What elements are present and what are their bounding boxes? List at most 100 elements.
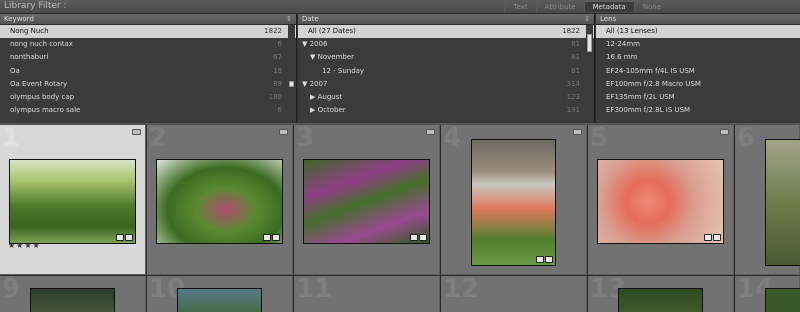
photo-thumbnail[interactable]: [471, 139, 556, 266]
thumbnail-grid: 1 ★★★★ 2 3 4 5 6 9 10 11 12 13 14: [0, 123, 800, 312]
row-count: 89: [273, 79, 282, 88]
row-label: olympus macro sale: [10, 106, 81, 115]
edit-icon: [419, 234, 427, 241]
row-label: EF24-105mm f/4L IS USM: [606, 66, 695, 75]
date-header-label: Date: [302, 15, 319, 23]
row-label: olympus body cap: [10, 92, 75, 101]
cell-index: 11: [296, 274, 333, 304]
cell-index: 1: [2, 123, 21, 153]
grid-cell[interactable]: 4: [441, 123, 587, 275]
badge-icon[interactable]: [279, 129, 288, 135]
photo-thumbnail[interactable]: [765, 288, 800, 312]
lens-column-header[interactable]: Lens: [596, 14, 800, 25]
lens-row[interactable]: All (13 Lenses): [596, 25, 800, 39]
photo-thumbnail[interactable]: [618, 288, 703, 312]
keyword-row[interactable]: olympus macro sale 6: [0, 104, 296, 117]
date-row[interactable]: All (27 Dates) 1822: [298, 25, 594, 39]
photo-thumbnail[interactable]: [765, 139, 800, 266]
cell-index: 12: [443, 274, 480, 304]
filter-mode-metadata[interactable]: Metadata: [583, 2, 634, 12]
filter-mode-attribute[interactable]: Attribute: [535, 2, 584, 12]
cell-index: 4: [443, 123, 462, 153]
keyword-column-header[interactable]: Keyword ⇕: [0, 14, 296, 25]
row-label: 16.6 mm: [606, 53, 638, 62]
date-row[interactable]: 12 - Sunday 81: [298, 65, 594, 78]
grid-cell[interactable]: 6: [735, 123, 800, 275]
edit-icon: [545, 256, 553, 263]
keyword-row[interactable]: olympus body cap 180: [0, 91, 296, 104]
tag-icon: [704, 234, 712, 241]
grid-cell[interactable]: 11: [294, 274, 440, 312]
row-label: Oa Event Rotary: [10, 79, 68, 88]
keyword-row[interactable]: nonthaburi 67: [0, 51, 296, 64]
row-count: 1822: [562, 27, 580, 35]
date-row[interactable]: ▼ 2006 81: [298, 38, 594, 51]
keyword-scrollbar[interactable]: [288, 25, 295, 122]
grid-cell[interactable]: 5: [588, 123, 734, 275]
cell-index: 2: [149, 123, 168, 153]
photo-thumbnail[interactable]: [156, 159, 283, 244]
cell-index: 9: [2, 274, 21, 304]
date-row[interactable]: ▶ August 123: [298, 91, 594, 104]
date-row[interactable]: ▼ November 81: [298, 51, 594, 64]
grid-cell[interactable]: 10: [147, 274, 293, 312]
lens-row[interactable]: 12-24mm: [596, 38, 800, 51]
badge-icon[interactable]: [720, 129, 729, 135]
keyword-row[interactable]: Nong Nuch 1822: [0, 25, 296, 39]
row-label: ▼ 2007: [302, 79, 328, 88]
badge-icon[interactable]: [132, 129, 141, 135]
photo-thumbnail[interactable]: [303, 159, 430, 244]
lens-row[interactable]: EF300mm f/2.8L IS USM: [596, 104, 800, 117]
edit-icon: [125, 234, 133, 241]
row-label: All (13 Lenses): [606, 27, 658, 35]
tag-icon: [536, 256, 544, 263]
scroll-thumb[interactable]: [587, 34, 592, 52]
row-label: EF100mm f/2.8 Macro USM: [606, 79, 701, 88]
row-label: EF300mm f/2.8L IS USM: [606, 106, 691, 115]
keyword-row[interactable]: nong nuch contax 6: [0, 38, 296, 51]
lens-row[interactable]: EF24-105mm f/4L IS USM: [596, 65, 800, 78]
photo-thumbnail[interactable]: [9, 159, 136, 244]
filter-mode-text[interactable]: Text: [504, 2, 535, 12]
grid-cell[interactable]: 14: [735, 274, 800, 312]
grid-cell[interactable]: 13: [588, 274, 734, 312]
grid-cell[interactable]: 1 ★★★★: [0, 123, 146, 275]
keyword-column: Keyword ⇕ Nong Nuch 1822 nong nuch contax…: [0, 14, 297, 122]
grid-cell[interactable]: 2: [147, 123, 293, 275]
date-row[interactable]: ▶ October 191: [298, 104, 594, 117]
row-label: ▼ 2006: [302, 40, 328, 49]
filter-mode-none[interactable]: None: [633, 2, 669, 12]
date-row[interactable]: ▼ 2007 314: [298, 78, 594, 91]
row-count: 81: [571, 40, 580, 49]
badge-icon[interactable]: [573, 129, 582, 135]
keyword-row[interactable]: Oa Event Rotary 89: [0, 78, 296, 91]
scroll-thumb[interactable]: [289, 81, 294, 87]
photo-thumbnail[interactable]: [177, 288, 262, 312]
rating-stars[interactable]: ★★★★: [8, 241, 41, 250]
column-menu-icon[interactable]: ⇕: [584, 14, 590, 25]
lens-row[interactable]: EF100mm f/2.8 Macro USM: [596, 78, 800, 91]
photo-thumbnail[interactable]: [30, 288, 115, 312]
row-label: nong nuch contax: [10, 40, 73, 49]
column-menu-icon[interactable]: ⇕: [286, 14, 292, 25]
lens-row[interactable]: EF135mm f/2L USM: [596, 91, 800, 104]
row-count: 19: [273, 66, 282, 75]
grid-cell[interactable]: 12: [441, 274, 587, 312]
tag-icon: [116, 234, 124, 241]
photo-thumbnail[interactable]: [597, 159, 724, 244]
tag-icon: [263, 234, 271, 241]
keyword-row[interactable]: Oa 19: [0, 65, 296, 78]
date-column-header[interactable]: Date ⇕: [298, 14, 594, 25]
date-scrollbar[interactable]: [586, 25, 593, 122]
grid-cell[interactable]: 9: [0, 274, 146, 312]
row-label: 12-24mm: [606, 40, 640, 49]
keyword-header-label: Keyword: [4, 15, 34, 23]
row-label: 12 - Sunday: [322, 66, 365, 75]
tag-icon: [410, 234, 418, 241]
lens-row[interactable]: 16.6 mm: [596, 51, 800, 64]
date-column: Date ⇕ All (27 Dates) 1822 ▼ 2006 81 ▼ Nov…: [298, 14, 595, 122]
grid-cell[interactable]: 3: [294, 123, 440, 275]
row-count: 191: [566, 106, 580, 115]
badge-icon[interactable]: [426, 129, 435, 135]
row-label: ▼ November: [310, 53, 355, 62]
